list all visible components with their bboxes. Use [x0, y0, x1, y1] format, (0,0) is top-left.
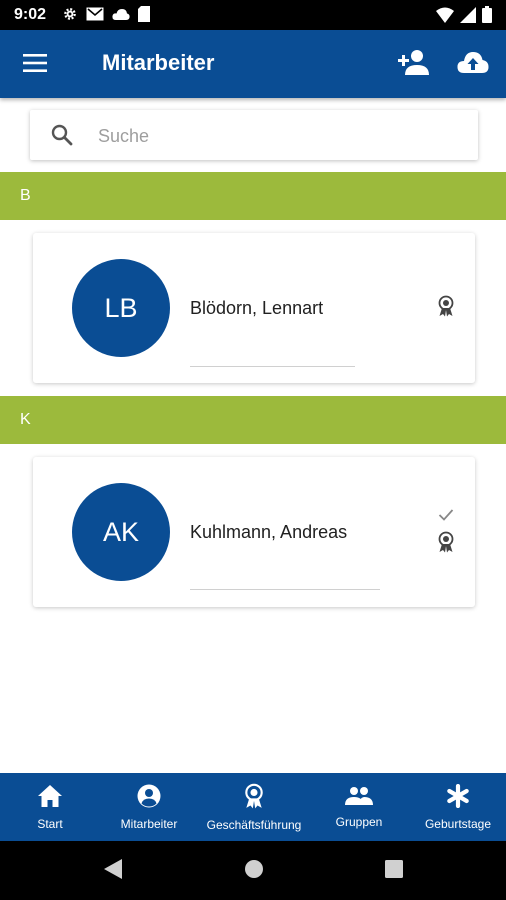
wifi-icon — [436, 7, 454, 28]
account-circle-icon — [137, 784, 161, 813]
avatar-initials: LB — [104, 292, 138, 323]
award-icon — [436, 531, 456, 558]
section-header-k: K — [0, 396, 506, 444]
system-home-button[interactable] — [241, 858, 267, 884]
employee-name: Blödorn, Lennart — [190, 298, 324, 318]
nav-item-mitarbeiter[interactable]: Mitarbeiter — [108, 773, 190, 841]
nav-item-geburtstage[interactable]: Geburtstage — [414, 773, 502, 841]
name-divider — [190, 589, 380, 590]
nav-label: Geschäftsführung — [206, 817, 302, 832]
menu-button[interactable] — [18, 48, 52, 82]
section-header-b: B — [0, 172, 506, 220]
gmail-icon — [86, 7, 104, 26]
system-navigation-bar — [0, 841, 506, 900]
search-bar — [30, 110, 478, 160]
status-bar: 9:02 — [0, 0, 506, 30]
recents-icon — [385, 859, 403, 883]
add-person-icon — [398, 49, 430, 80]
back-icon — [103, 858, 123, 885]
upload-button[interactable] — [455, 46, 491, 82]
search-icon — [50, 123, 74, 152]
nav-item-gruppen[interactable]: Gruppen — [322, 773, 396, 841]
nav-item-start[interactable]: Start — [14, 773, 86, 841]
section-letter: B — [20, 187, 31, 204]
name-divider — [190, 366, 355, 367]
employee-card[interactable]: LB Blödorn, Lennart — [33, 233, 475, 383]
system-recents-button[interactable] — [381, 858, 407, 884]
section-letter: K — [20, 411, 31, 428]
home-circle-icon — [244, 859, 264, 884]
app-bar: Mitarbeiter — [0, 30, 506, 98]
signal-icon — [460, 6, 476, 28]
employee-name: Kuhlmann, Andreas — [190, 522, 348, 542]
avatar: LB — [72, 259, 170, 357]
bottom-navigation: Start Mitarbeiter Geschäftsführung Grupp… — [0, 773, 506, 841]
menu-icon — [23, 53, 47, 77]
nav-item-geschaeftsfuehrung[interactable]: Geschäftsführung — [198, 773, 310, 841]
page-title: Mitarbeiter — [102, 50, 215, 75]
status-notification-icons — [62, 6, 150, 27]
nav-label: Geburtstage — [424, 816, 492, 831]
system-back-button[interactable] — [100, 858, 126, 884]
employee-card[interactable]: AK Kuhlmann, Andreas — [33, 457, 475, 607]
avatar-initials: AK — [102, 516, 140, 547]
status-system-icons — [436, 6, 492, 28]
check-icon — [438, 508, 454, 527]
group-icon — [345, 786, 373, 811]
cloud-upload-icon — [457, 50, 489, 79]
nav-label: Gruppen — [335, 814, 383, 829]
award-icon — [436, 295, 456, 322]
status-time: 9:02 — [14, 6, 47, 23]
avatar: AK — [72, 483, 170, 581]
search-input[interactable] — [96, 120, 460, 152]
home-icon — [37, 784, 63, 813]
settings-icon — [62, 6, 78, 27]
sd-card-icon — [138, 6, 150, 27]
nav-label: Mitarbeiter — [120, 816, 178, 831]
cloud-icon — [112, 8, 130, 26]
award-icon — [242, 783, 266, 814]
nav-label: Start — [37, 816, 63, 831]
add-employee-button[interactable] — [396, 46, 432, 82]
asterisk-icon — [446, 783, 470, 813]
battery-icon — [482, 6, 492, 28]
